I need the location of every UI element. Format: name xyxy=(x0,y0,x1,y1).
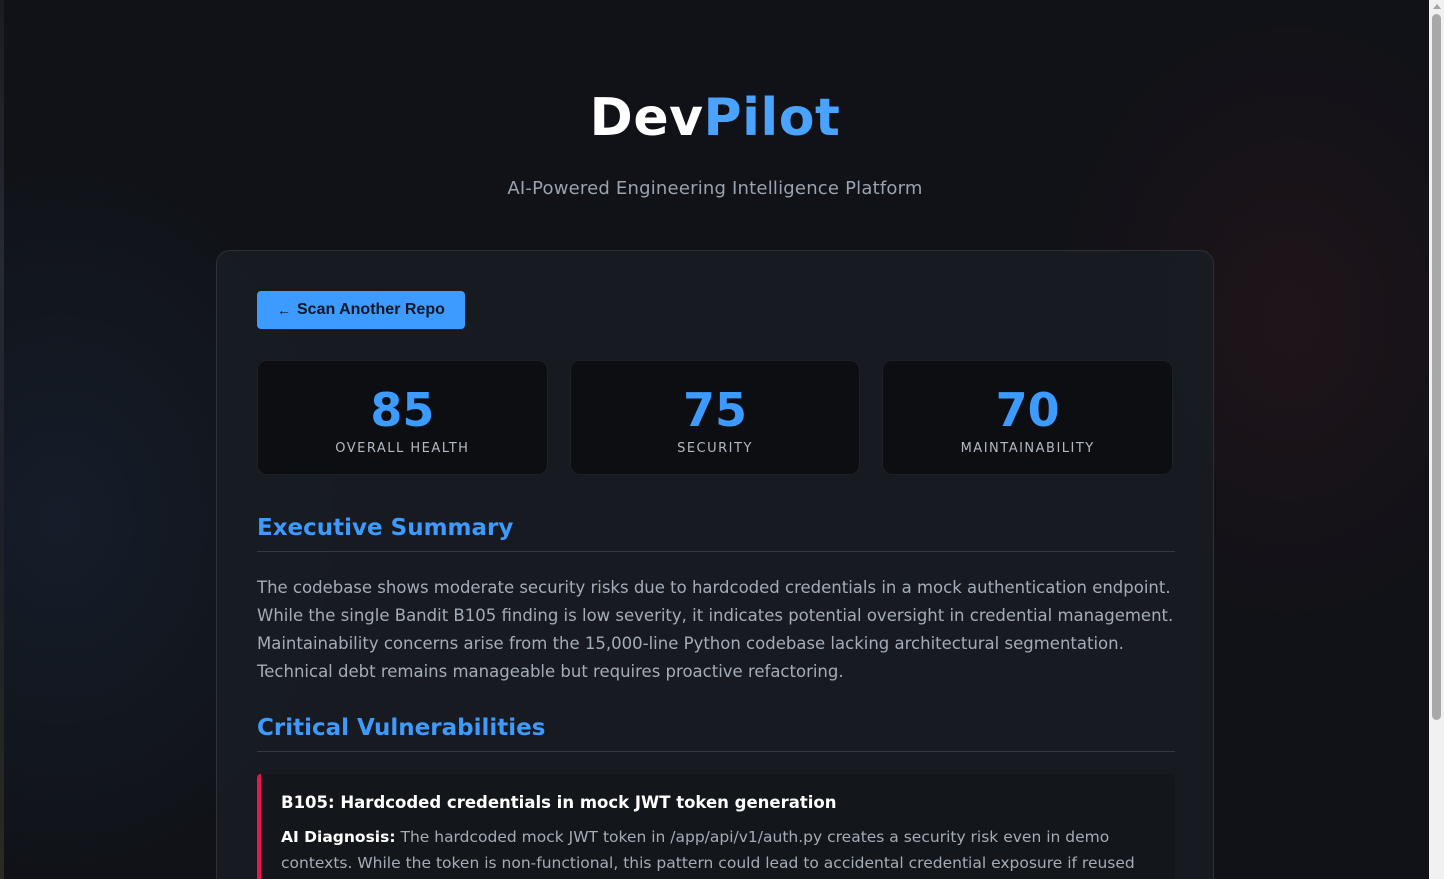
scan-another-repo-label: Scan Another Repo xyxy=(297,301,445,318)
metric-overall-health: 85 OVERALL HEALTH xyxy=(257,360,548,475)
tagline: AI-Powered Engineering Intelligence Plat… xyxy=(507,178,923,199)
metric-value: 85 xyxy=(370,383,435,437)
metric-value: 75 xyxy=(683,383,748,437)
critical-vulnerabilities-heading: Critical Vulnerabilities xyxy=(257,715,1175,752)
scan-another-repo-button[interactable]: ← Scan Another Repo xyxy=(257,291,465,329)
metric-security: 75 SECURITY xyxy=(569,360,861,475)
brand-title: DevPilot xyxy=(590,78,841,158)
vulnerability-diagnosis: AI Diagnosis: The hardcoded mock JWT tok… xyxy=(281,824,1151,879)
arrow-left-icon: ← xyxy=(277,302,291,318)
metric-label: MAINTAINABILITY xyxy=(960,441,1095,456)
scrollbar-thumb[interactable] xyxy=(1432,14,1441,720)
results-card: ← Scan Another Repo 85 OVERALL HEALTH 75… xyxy=(216,250,1214,879)
header: DevPilot AI-Powered Engineering Intellig… xyxy=(0,78,1430,199)
ai-diagnosis-label: AI Diagnosis: xyxy=(281,828,396,846)
scroll-up-arrow-icon[interactable] xyxy=(1433,4,1441,9)
page: DevPilot AI-Powered Engineering Intellig… xyxy=(0,0,1444,879)
ai-diagnosis-text: The hardcoded mock JWT token in /app/api… xyxy=(281,828,1135,872)
brand-title-pilot: Pilot xyxy=(703,88,841,148)
metrics-row: 85 OVERALL HEALTH 75 SECURITY 70 MAINTAI… xyxy=(257,360,1174,475)
metric-label: SECURITY xyxy=(677,441,753,456)
vulnerability-heading: B105: Hardcoded credentials in mock JWT … xyxy=(281,793,837,812)
metric-maintainability: 70 MAINTAINABILITY xyxy=(882,360,1174,475)
metric-label: OVERALL HEALTH xyxy=(335,441,470,456)
metric-value: 70 xyxy=(995,383,1060,437)
executive-summary-text: The codebase shows moderate security ris… xyxy=(257,578,1174,681)
vulnerability-item: B105: Hardcoded credentials in mock JWT … xyxy=(257,774,1175,879)
brand-title-dev: Dev xyxy=(589,88,704,148)
executive-summary-heading: Executive Summary xyxy=(257,515,1175,552)
vertical-scrollbar[interactable] xyxy=(1429,0,1444,879)
